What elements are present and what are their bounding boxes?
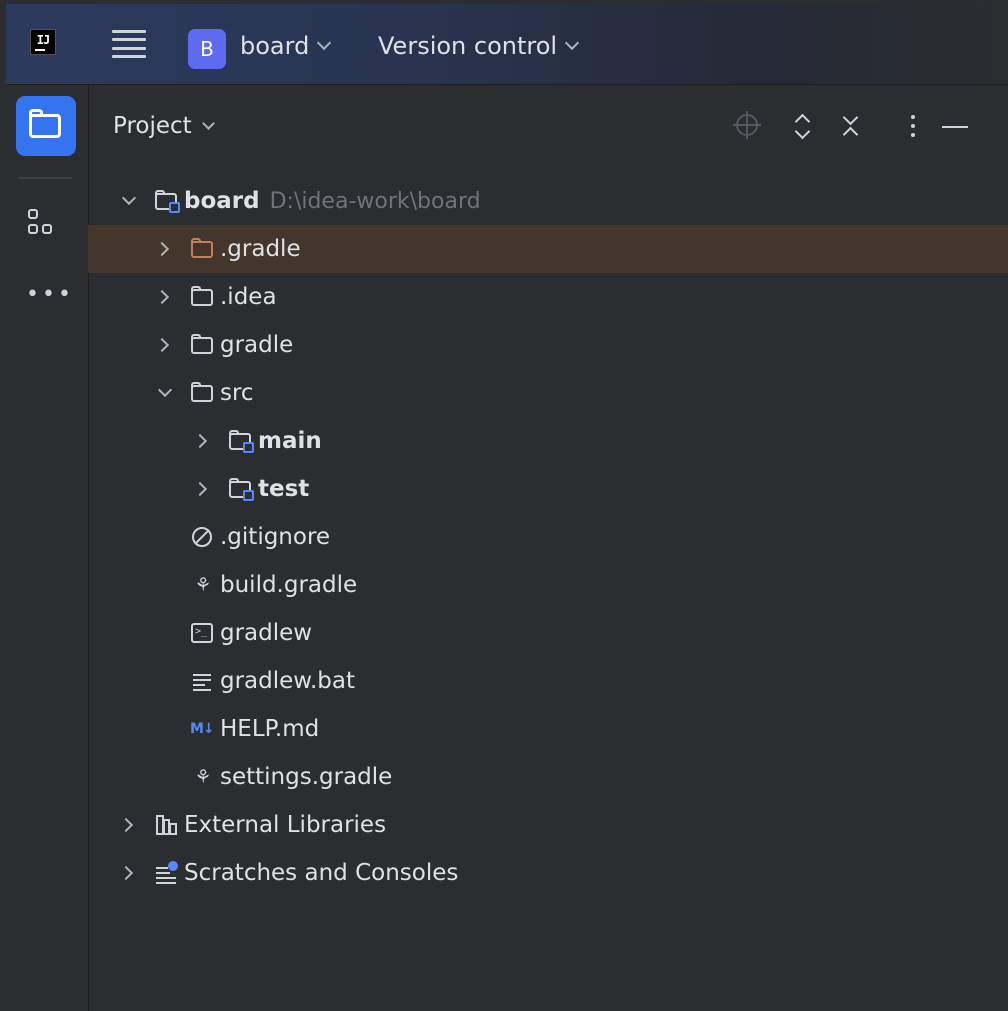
tree-row-gradlew-bat[interactable]: gradlew.bat: [88, 657, 1008, 705]
tree-row-build-gradle[interactable]: ⚘ build.gradle: [88, 561, 1008, 609]
tree-row-scratches[interactable]: Scratches and Consoles: [88, 849, 1008, 897]
module-folder-icon: [154, 189, 180, 213]
ignore-file-icon: [190, 525, 216, 549]
tree-item-label: test: [258, 476, 310, 502]
tree-item-label: src: [220, 380, 254, 406]
expand-all-icon[interactable]: [788, 111, 818, 141]
module-folder-icon: [228, 429, 254, 453]
project-panel-header: Project: [88, 85, 1008, 169]
chevron-down-icon[interactable]: [118, 190, 140, 212]
tree-row-gradle-dir[interactable]: .gradle: [88, 225, 1008, 273]
tree-item-label: External Libraries: [184, 812, 387, 838]
chevron-right-icon[interactable]: [154, 238, 176, 260]
tree-item-label: HELP.md: [220, 716, 320, 742]
tree-row-gitignore[interactable]: .gitignore: [88, 513, 1008, 561]
tree-item-label: .gradle: [220, 236, 301, 262]
tool-window-strip: •••: [6, 85, 89, 1011]
project-name: board: [240, 32, 310, 60]
tree-item-label: build.gradle: [220, 572, 358, 598]
project-switcher[interactable]: board: [240, 32, 332, 60]
tree-row-external-libraries[interactable]: External Libraries: [88, 801, 1008, 849]
tree-row-gradlew[interactable]: >_ gradlew: [88, 609, 1008, 657]
chevron-right-icon[interactable]: [118, 862, 140, 884]
title-bar: IJ B board Version control: [6, 4, 1008, 85]
tree-item-label: .idea: [220, 284, 277, 310]
scratches-icon: [154, 861, 180, 885]
chevron-down-icon[interactable]: [154, 382, 176, 404]
tree-item-label: board: [184, 188, 260, 214]
tree-row-help-md[interactable]: M↓ HELP.md: [88, 705, 1008, 753]
chevron-right-icon[interactable]: [192, 430, 214, 452]
version-control-label: Version control: [378, 32, 558, 60]
project-view-selector[interactable]: Project: [113, 113, 215, 139]
tree-item-label: settings.gradle: [220, 764, 393, 790]
panel-title: Project: [113, 113, 192, 139]
tree-item-label: gradlew: [220, 620, 313, 646]
project-tool-button[interactable]: [16, 96, 76, 156]
folder-icon: [190, 285, 216, 309]
root-path: D:\idea-work\board: [269, 188, 481, 214]
collapse-all-icon[interactable]: [836, 109, 866, 143]
gradle-elephant-icon: ⚘: [196, 574, 210, 596]
tree-row-idea[interactable]: .idea: [88, 273, 1008, 321]
more-tools-icon[interactable]: •••: [26, 284, 71, 306]
project-badge[interactable]: B: [188, 29, 226, 69]
main-menu-icon[interactable]: [112, 30, 146, 58]
structure-tool-icon[interactable]: [28, 209, 62, 243]
chevron-down-icon: [317, 35, 332, 51]
folder-icon: [190, 381, 216, 405]
tree-row-main[interactable]: main: [88, 417, 1008, 465]
folder-icon: [190, 333, 216, 357]
options-menu-icon[interactable]: [898, 111, 928, 141]
markdown-icon: M↓: [190, 721, 215, 737]
chevron-right-icon[interactable]: [154, 334, 176, 356]
tree-row-src[interactable]: src: [88, 369, 1008, 417]
tree-item-label: gradle: [220, 332, 294, 358]
tree-row-gradle[interactable]: gradle: [88, 321, 1008, 369]
terminal-file-icon: >_: [190, 621, 216, 645]
tree-item-label: Scratches and Consoles: [184, 860, 459, 886]
tree-item-label: .gitignore: [220, 524, 331, 550]
tree-row-settings-gradle[interactable]: ⚘ settings.gradle: [88, 753, 1008, 801]
version-control-menu[interactable]: Version control: [378, 32, 580, 60]
chevron-right-icon[interactable]: [154, 286, 176, 308]
tree-item-label: main: [258, 428, 322, 454]
chevron-down-icon: [565, 35, 580, 51]
chevron-right-icon[interactable]: [192, 478, 214, 500]
tree-item-label: gradlew.bat: [220, 668, 356, 694]
tree-row-root[interactable]: board D:\idea-work\board: [88, 177, 1008, 225]
library-icon: [154, 813, 180, 837]
chevron-right-icon[interactable]: [118, 814, 140, 836]
project-tree: board D:\idea-work\board .gradle .idea g…: [88, 177, 1008, 897]
hide-panel-icon[interactable]: [940, 111, 970, 141]
folder-icon: [29, 109, 61, 138]
module-folder-icon: [228, 477, 254, 501]
toolstrip-divider: [18, 177, 72, 179]
chevron-down-icon: [201, 117, 215, 130]
select-opened-file-icon[interactable]: [733, 111, 763, 141]
text-file-icon: [190, 669, 216, 693]
excluded-folder-icon: [190, 237, 216, 261]
tree-row-test[interactable]: test: [88, 465, 1008, 513]
gradle-elephant-icon: ⚘: [196, 766, 210, 788]
intellij-logo-icon[interactable]: IJ: [30, 29, 56, 55]
